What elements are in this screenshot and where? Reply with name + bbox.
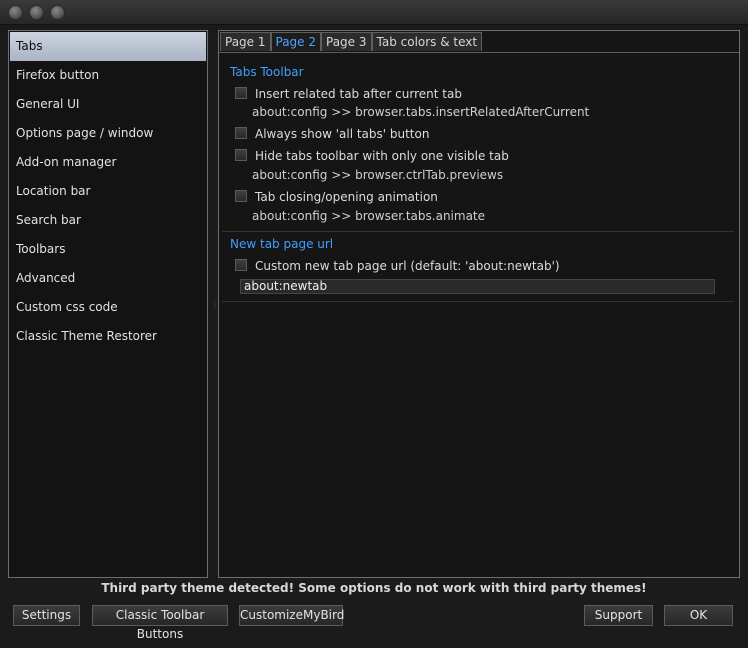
pane-splitter-grip[interactable]: ⋮ [211,301,219,309]
option-label: Custom new tab page url (default: 'about… [255,259,560,273]
checkbox[interactable] [235,87,247,99]
title-bar [0,0,748,25]
sidebar-item-firefox-button[interactable]: Firefox button [9,61,207,90]
ok-button[interactable]: OK [664,605,733,626]
config-hint: about:config >> browser.ctrlTab.previews [252,168,504,182]
new-tab-url-input[interactable]: about:newtab [240,279,715,294]
section-divider [222,231,734,232]
support-button[interactable]: Support [584,605,653,626]
sidebar-item-advanced[interactable]: Advanced [9,264,207,293]
tab-page-3[interactable]: Page 3 [321,32,372,51]
config-hint: about:config >> browser.tabs.animate [252,209,486,223]
settings-panel: Page 1 Page 2 Page 3 Tab colors & text T… [218,30,740,578]
sidebar-item-custom-css[interactable]: Custom css code [9,293,207,322]
option-hide-tabs-toolbar[interactable]: Hide tabs toolbar with only one visible … [235,148,509,164]
config-hint: about:config >> browser.tabs.insertRelat… [252,105,590,119]
tab-strip-divider [219,52,739,53]
sidebar-item-classic-theme-restorer[interactable]: Classic Theme Restorer [9,322,207,351]
option-label: Tab closing/opening animation [255,190,438,204]
category-sidebar: Tabs Firefox button General UI Options p… [8,30,208,578]
sidebar-item-addon-manager[interactable]: Add-on manager [9,148,207,177]
checkbox[interactable] [235,259,247,271]
classic-toolbar-buttons-button[interactable]: Classic Toolbar Buttons [92,605,228,641]
sidebar-item-tabs[interactable]: Tabs [10,32,206,61]
settings-button[interactable]: Settings [13,605,80,626]
sidebar-item-options-page[interactable]: Options page / window [9,119,207,148]
tab-page-1[interactable]: Page 1 [220,32,271,51]
minimize-window-button[interactable] [29,5,44,20]
sidebar-item-general-ui[interactable]: General UI [9,90,207,119]
section-title-tabs-toolbar: Tabs Toolbar [230,65,304,79]
third-party-theme-warning: Third party theme detected! Some options… [101,581,647,595]
option-custom-new-tab-url[interactable]: Custom new tab page url (default: 'about… [235,258,560,274]
section-title-new-tab-url: New tab page url [230,237,334,251]
option-label: Insert related tab after current tab [255,87,462,101]
page-tabs: Page 1 Page 2 Page 3 Tab colors & text [220,32,483,52]
checkbox[interactable] [235,149,247,161]
sidebar-item-search-bar[interactable]: Search bar [9,206,207,235]
option-label: Hide tabs toolbar with only one visible … [255,149,509,163]
sidebar-item-location-bar[interactable]: Location bar [9,177,207,206]
tab-page-2[interactable]: Page 2 [270,32,321,51]
sidebar-item-toolbars[interactable]: Toolbars [9,235,207,264]
option-tab-animation[interactable]: Tab closing/opening animation [235,189,438,205]
customize-my-bird-button[interactable]: CustomizeMyBird [239,605,344,626]
checkbox[interactable] [235,127,247,139]
section-divider [222,301,734,302]
option-always-show-all-tabs[interactable]: Always show 'all tabs' button [235,126,429,142]
option-label: Always show 'all tabs' button [255,127,430,141]
zoom-window-button[interactable] [50,5,65,20]
option-insert-related-tab[interactable]: Insert related tab after current tab [235,86,462,102]
close-window-button[interactable] [8,5,23,20]
tab-tab-colors-text[interactable]: Tab colors & text [371,32,483,51]
checkbox[interactable] [235,190,247,202]
